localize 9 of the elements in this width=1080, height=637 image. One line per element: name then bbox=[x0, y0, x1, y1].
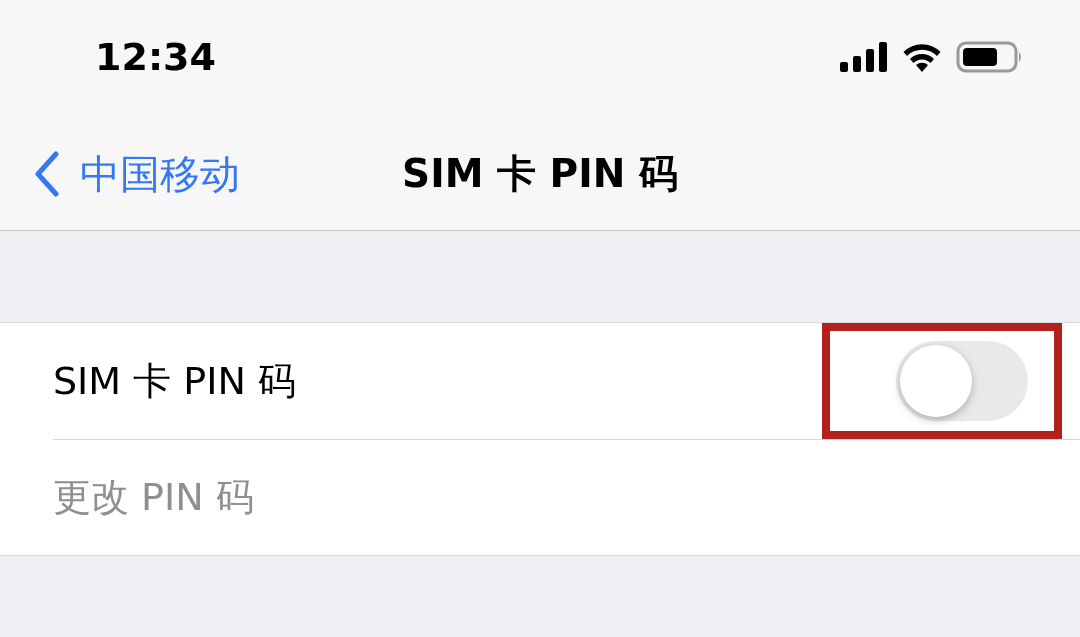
chevron-left-icon bbox=[34, 151, 60, 197]
status-time: 12:34 bbox=[95, 35, 216, 79]
page-title: SIM 卡 PIN 码 bbox=[402, 150, 678, 198]
wifi-icon bbox=[902, 42, 942, 72]
row-label: 更改 PIN 码 bbox=[53, 473, 254, 521]
battery-icon bbox=[956, 41, 1024, 73]
row-label: SIM 卡 PIN 码 bbox=[53, 357, 296, 405]
signal-icon bbox=[840, 42, 888, 72]
back-button[interactable]: 中国移动 bbox=[0, 146, 240, 202]
